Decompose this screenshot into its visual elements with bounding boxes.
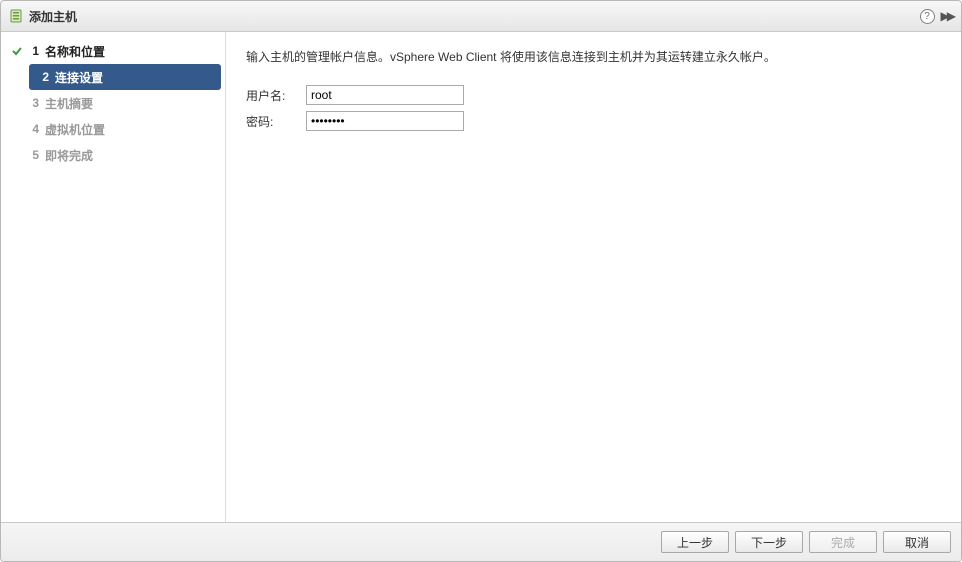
step-number: 1 xyxy=(25,44,39,58)
step-number: 5 xyxy=(25,148,39,162)
finish-button: 完成 xyxy=(809,531,877,553)
cancel-button[interactable]: 取消 xyxy=(883,531,951,553)
step-label: 连接设置 xyxy=(55,69,103,86)
step-label: 主机摘要 xyxy=(45,95,93,112)
expand-icon[interactable]: ▶▶ xyxy=(941,9,953,23)
wizard-step-ready-to-complete[interactable]: 5 即将完成 xyxy=(1,142,225,168)
password-row: 密码: xyxy=(246,111,941,131)
dialog-title: 添加主机 xyxy=(29,8,77,25)
wizard-steps-sidebar: 1 名称和位置 2 连接设置 3 主机摘要 4 虚拟机位置 5 即将完成 xyxy=(1,32,226,522)
step-number: 4 xyxy=(25,122,39,136)
step-number: 2 xyxy=(35,70,49,84)
username-label: 用户名: xyxy=(246,87,306,104)
host-icon xyxy=(9,9,23,23)
wizard-step-name-location[interactable]: 1 名称和位置 xyxy=(1,38,225,64)
password-label: 密码: xyxy=(246,113,306,130)
step-number: 3 xyxy=(25,96,39,110)
wizard-content: 输入主机的管理帐户信息。vSphere Web Client 将使用该信息连接到… xyxy=(226,32,961,522)
help-icon[interactable]: ? xyxy=(920,8,935,24)
password-input[interactable] xyxy=(306,111,464,131)
dialog-body: 1 名称和位置 2 连接设置 3 主机摘要 4 虚拟机位置 5 即将完成 xyxy=(1,32,961,522)
step-label: 即将完成 xyxy=(45,147,93,164)
add-host-dialog: 添加主机 ? ▶▶ 1 名称和位置 2 连接设置 xyxy=(0,0,962,562)
instruction-text: 输入主机的管理帐户信息。vSphere Web Client 将使用该信息连接到… xyxy=(246,48,941,65)
step-label: 名称和位置 xyxy=(45,43,105,60)
titlebar: 添加主机 ? ▶▶ xyxy=(1,1,961,32)
wizard-step-connection-settings[interactable]: 2 连接设置 xyxy=(29,64,221,90)
check-icon xyxy=(9,45,25,57)
next-button[interactable]: 下一步 xyxy=(735,531,803,553)
wizard-step-host-summary[interactable]: 3 主机摘要 xyxy=(1,90,225,116)
username-row: 用户名: xyxy=(246,85,941,105)
step-label: 虚拟机位置 xyxy=(45,121,105,138)
username-input[interactable] xyxy=(306,85,464,105)
back-button[interactable]: 上一步 xyxy=(661,531,729,553)
wizard-step-vm-location[interactable]: 4 虚拟机位置 xyxy=(1,116,225,142)
dialog-footer: 上一步 下一步 完成 取消 xyxy=(1,522,961,561)
